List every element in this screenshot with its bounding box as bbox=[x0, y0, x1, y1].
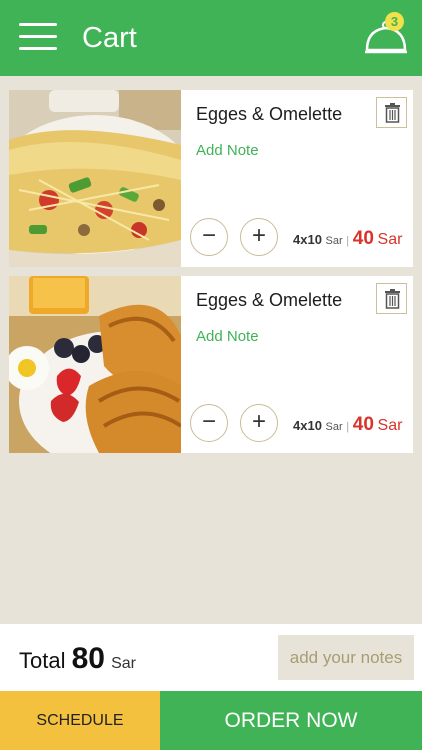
item-image-croissant bbox=[9, 276, 181, 453]
increase-quantity-button[interactable]: + bbox=[240, 218, 278, 256]
decrease-quantity-button[interactable]: − bbox=[190, 218, 228, 256]
order-now-button[interactable]: ORDER NOW bbox=[160, 691, 422, 750]
item-quantity: 4x10 bbox=[293, 232, 322, 247]
item-image-omelette bbox=[9, 90, 181, 267]
item-name: Egges & Omelette bbox=[196, 104, 343, 124]
item-price: 4x10 Sar | 40 Sar bbox=[293, 228, 402, 250]
add-notes-button[interactable]: add your notes bbox=[278, 635, 414, 680]
add-note-link[interactable]: Add Note bbox=[196, 328, 259, 345]
top-bar: Cart 3 bbox=[0, 0, 422, 76]
schedule-button[interactable]: SCHEDULE bbox=[0, 691, 160, 750]
price-separator: | bbox=[346, 421, 350, 433]
cart-item: Egges & Omelette Add Note − + 4x10 Sar |… bbox=[9, 90, 413, 267]
total-summary: Total 80 Sar bbox=[19, 642, 136, 676]
delete-item-button[interactable] bbox=[376, 283, 407, 314]
delete-item-button[interactable] bbox=[376, 97, 407, 128]
unit-price-unit: Sar bbox=[325, 235, 343, 247]
add-note-link[interactable]: Add Note bbox=[196, 142, 259, 159]
cart-list: Egges & Omelette Add Note − + 4x10 Sar |… bbox=[0, 76, 422, 624]
item-quantity: 4x10 bbox=[293, 418, 322, 433]
unit-price-unit: Sar bbox=[325, 421, 343, 433]
item-amount-unit: Sar bbox=[377, 231, 403, 248]
item-name: Egges & Omelette bbox=[196, 290, 343, 310]
increase-quantity-button[interactable]: + bbox=[240, 404, 278, 442]
menu-icon[interactable] bbox=[19, 23, 57, 51]
total-value: 80 bbox=[71, 642, 105, 675]
cart-count-badge: 3 bbox=[385, 12, 404, 31]
item-amount: 40 bbox=[352, 414, 374, 435]
item-price: 4x10 Sar | 40 Sar bbox=[293, 414, 402, 436]
item-amount: 40 bbox=[352, 228, 374, 249]
item-amount-unit: Sar bbox=[377, 417, 403, 434]
decrease-quantity-button[interactable]: − bbox=[190, 404, 228, 442]
trash-icon bbox=[385, 289, 400, 309]
trash-icon bbox=[385, 103, 400, 123]
total-label: Total bbox=[19, 648, 66, 673]
total-bar: Total 80 Sar add your notes bbox=[0, 624, 422, 691]
price-separator: | bbox=[346, 235, 350, 247]
cart-item: Egges & Omelette Add Note − + 4x10 Sar |… bbox=[9, 276, 413, 453]
page-title: Cart bbox=[82, 22, 137, 54]
total-unit: Sar bbox=[111, 655, 137, 672]
